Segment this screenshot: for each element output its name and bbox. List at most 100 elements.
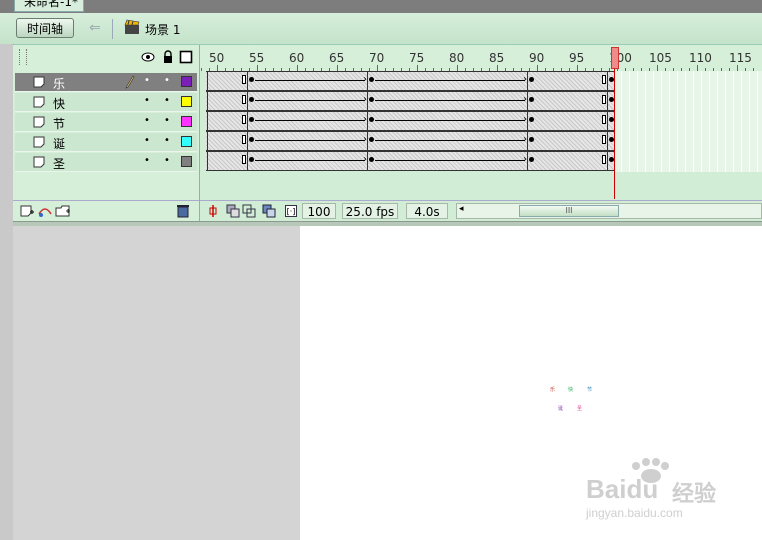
layer-name[interactable]: 节 bbox=[53, 115, 65, 132]
keyframe[interactable] bbox=[529, 77, 534, 82]
layer-name[interactable]: 圣 bbox=[53, 155, 65, 172]
playhead-handle[interactable] bbox=[611, 47, 619, 69]
keyframe-divider bbox=[607, 131, 608, 151]
keyframe[interactable] bbox=[249, 157, 254, 162]
tween-span[interactable] bbox=[206, 131, 614, 151]
scene-label[interactable]: 场景 1 bbox=[145, 21, 180, 38]
stage-char[interactable]: 快 bbox=[568, 386, 573, 393]
keyframe[interactable] bbox=[529, 137, 534, 142]
outline-icon[interactable] bbox=[179, 50, 193, 64]
layer-color-swatch[interactable] bbox=[181, 156, 192, 167]
visibility-dot[interactable]: • bbox=[144, 95, 150, 106]
layer-row[interactable]: 节 • • bbox=[15, 113, 197, 132]
layer-row[interactable]: 圣 • • bbox=[15, 153, 197, 172]
scroll-left-arrow-icon[interactable]: ◂ bbox=[459, 204, 464, 214]
keyframe-divider bbox=[367, 131, 368, 151]
lock-dot[interactable]: • bbox=[164, 115, 170, 126]
timeline-toggle-button[interactable]: 时间轴 bbox=[16, 18, 74, 38]
end-frame-marker[interactable] bbox=[602, 75, 606, 84]
tween-span[interactable] bbox=[206, 111, 614, 131]
stage-char[interactable]: 节 bbox=[587, 386, 592, 393]
timeline-horizontal-scrollbar[interactable]: ◂ III bbox=[456, 203, 762, 219]
keyframe[interactable] bbox=[529, 117, 534, 122]
edit-multiple-frames-icon[interactable] bbox=[262, 204, 276, 218]
ruler-label: 65 bbox=[329, 51, 345, 65]
end-frame-marker[interactable] bbox=[602, 155, 606, 164]
layer-name[interactable]: 乐 bbox=[53, 75, 65, 92]
ruler-label: 55 bbox=[249, 51, 265, 65]
keyframe[interactable] bbox=[529, 97, 534, 102]
scrollbar-thumb[interactable]: III bbox=[519, 205, 619, 217]
end-frame-marker[interactable] bbox=[242, 135, 246, 144]
stage-char[interactable]: 诞 bbox=[558, 405, 563, 412]
frame-row[interactable]: › › bbox=[200, 71, 762, 91]
current-frame-field[interactable]: 100 bbox=[302, 203, 336, 219]
playhead[interactable] bbox=[611, 45, 619, 199]
visibility-dot[interactable]: • bbox=[144, 155, 150, 166]
end-frame-marker[interactable] bbox=[242, 155, 246, 164]
keyframe[interactable] bbox=[369, 97, 374, 102]
insert-folder-icon[interactable] bbox=[55, 204, 71, 218]
layer-color-swatch[interactable] bbox=[181, 136, 192, 147]
stage-char[interactable]: 圣 bbox=[577, 405, 582, 412]
keyframe[interactable] bbox=[369, 137, 374, 142]
frame-row[interactable]: › › bbox=[200, 91, 762, 111]
trash-icon[interactable] bbox=[175, 204, 191, 218]
center-frame-icon[interactable] bbox=[206, 204, 220, 218]
keyframe[interactable] bbox=[529, 157, 534, 162]
onion-skin-icon[interactable] bbox=[226, 204, 240, 218]
lock-dot[interactable]: • bbox=[164, 135, 170, 146]
eye-icon[interactable] bbox=[141, 50, 155, 64]
layer-name[interactable]: 快 bbox=[53, 95, 65, 112]
insert-layer-icon[interactable] bbox=[19, 204, 35, 218]
baidu-jingyan-watermark: Baidu 经验 jingyan.baidu.com bbox=[586, 454, 762, 524]
layer-row[interactable]: 快 • • bbox=[15, 93, 197, 112]
visibility-dot[interactable]: • bbox=[144, 75, 150, 86]
layer-row[interactable]: 诞 • • bbox=[15, 133, 197, 152]
lock-dot[interactable]: • bbox=[164, 155, 170, 166]
layer-row[interactable]: 乐 • • bbox=[15, 73, 197, 92]
end-frame-marker[interactable] bbox=[602, 95, 606, 104]
motion-tween-line bbox=[375, 100, 525, 101]
visibility-dot[interactable]: • bbox=[144, 115, 150, 126]
keyframe[interactable] bbox=[369, 157, 374, 162]
layer-color-swatch[interactable] bbox=[181, 116, 192, 127]
frame-row[interactable]: › › bbox=[200, 131, 762, 151]
layer-color-swatch[interactable] bbox=[181, 96, 192, 107]
lock-icon[interactable] bbox=[161, 50, 175, 64]
layer-color-swatch[interactable] bbox=[181, 76, 192, 87]
keyframe-divider bbox=[527, 71, 528, 91]
end-frame-marker[interactable] bbox=[242, 75, 246, 84]
end-frame-marker[interactable] bbox=[602, 135, 606, 144]
keyframe[interactable] bbox=[249, 137, 254, 142]
stage-char[interactable]: 乐 bbox=[550, 386, 555, 393]
frame-row[interactable]: › › bbox=[200, 111, 762, 131]
layer-name[interactable]: 诞 bbox=[53, 135, 65, 152]
end-frame-marker[interactable] bbox=[242, 95, 246, 104]
tween-span[interactable] bbox=[206, 91, 614, 111]
end-frame-marker[interactable] bbox=[242, 115, 246, 124]
end-frame-marker[interactable] bbox=[602, 115, 606, 124]
document-tab[interactable]: 未命名-1* bbox=[14, 0, 84, 12]
keyframe-divider bbox=[207, 91, 208, 111]
keyframe[interactable] bbox=[249, 117, 254, 122]
keyframe[interactable] bbox=[249, 77, 254, 82]
keyframe[interactable] bbox=[369, 77, 374, 82]
lock-dot[interactable]: • bbox=[164, 95, 170, 106]
keyframe[interactable] bbox=[249, 97, 254, 102]
tween-span[interactable] bbox=[206, 71, 614, 91]
add-motion-guide-icon[interactable] bbox=[37, 204, 53, 218]
onion-skin-outlines-icon[interactable] bbox=[242, 204, 256, 218]
back-arrow-icon[interactable]: ⇐ bbox=[84, 20, 106, 36]
frames-area[interactable]: 50 55 60 65 70 75 80 85 90 95 100 105 11… bbox=[200, 45, 762, 221]
frame-ruler[interactable]: 50 55 60 65 70 75 80 85 90 95 100 105 11… bbox=[200, 45, 762, 71]
keyframe[interactable] bbox=[369, 117, 374, 122]
lock-dot[interactable]: • bbox=[164, 75, 170, 86]
tween-span[interactable] bbox=[206, 151, 614, 171]
visibility-dot[interactable]: • bbox=[144, 135, 150, 146]
frame-rate-field[interactable]: 25.0 fps bbox=[342, 203, 398, 219]
frame-row[interactable]: › › bbox=[200, 151, 762, 171]
frame-grid[interactable]: › › › › › › › › › › bbox=[200, 71, 762, 172]
modify-onion-markers-icon[interactable]: [·] bbox=[284, 204, 298, 218]
panel-grip[interactable] bbox=[19, 49, 27, 65]
